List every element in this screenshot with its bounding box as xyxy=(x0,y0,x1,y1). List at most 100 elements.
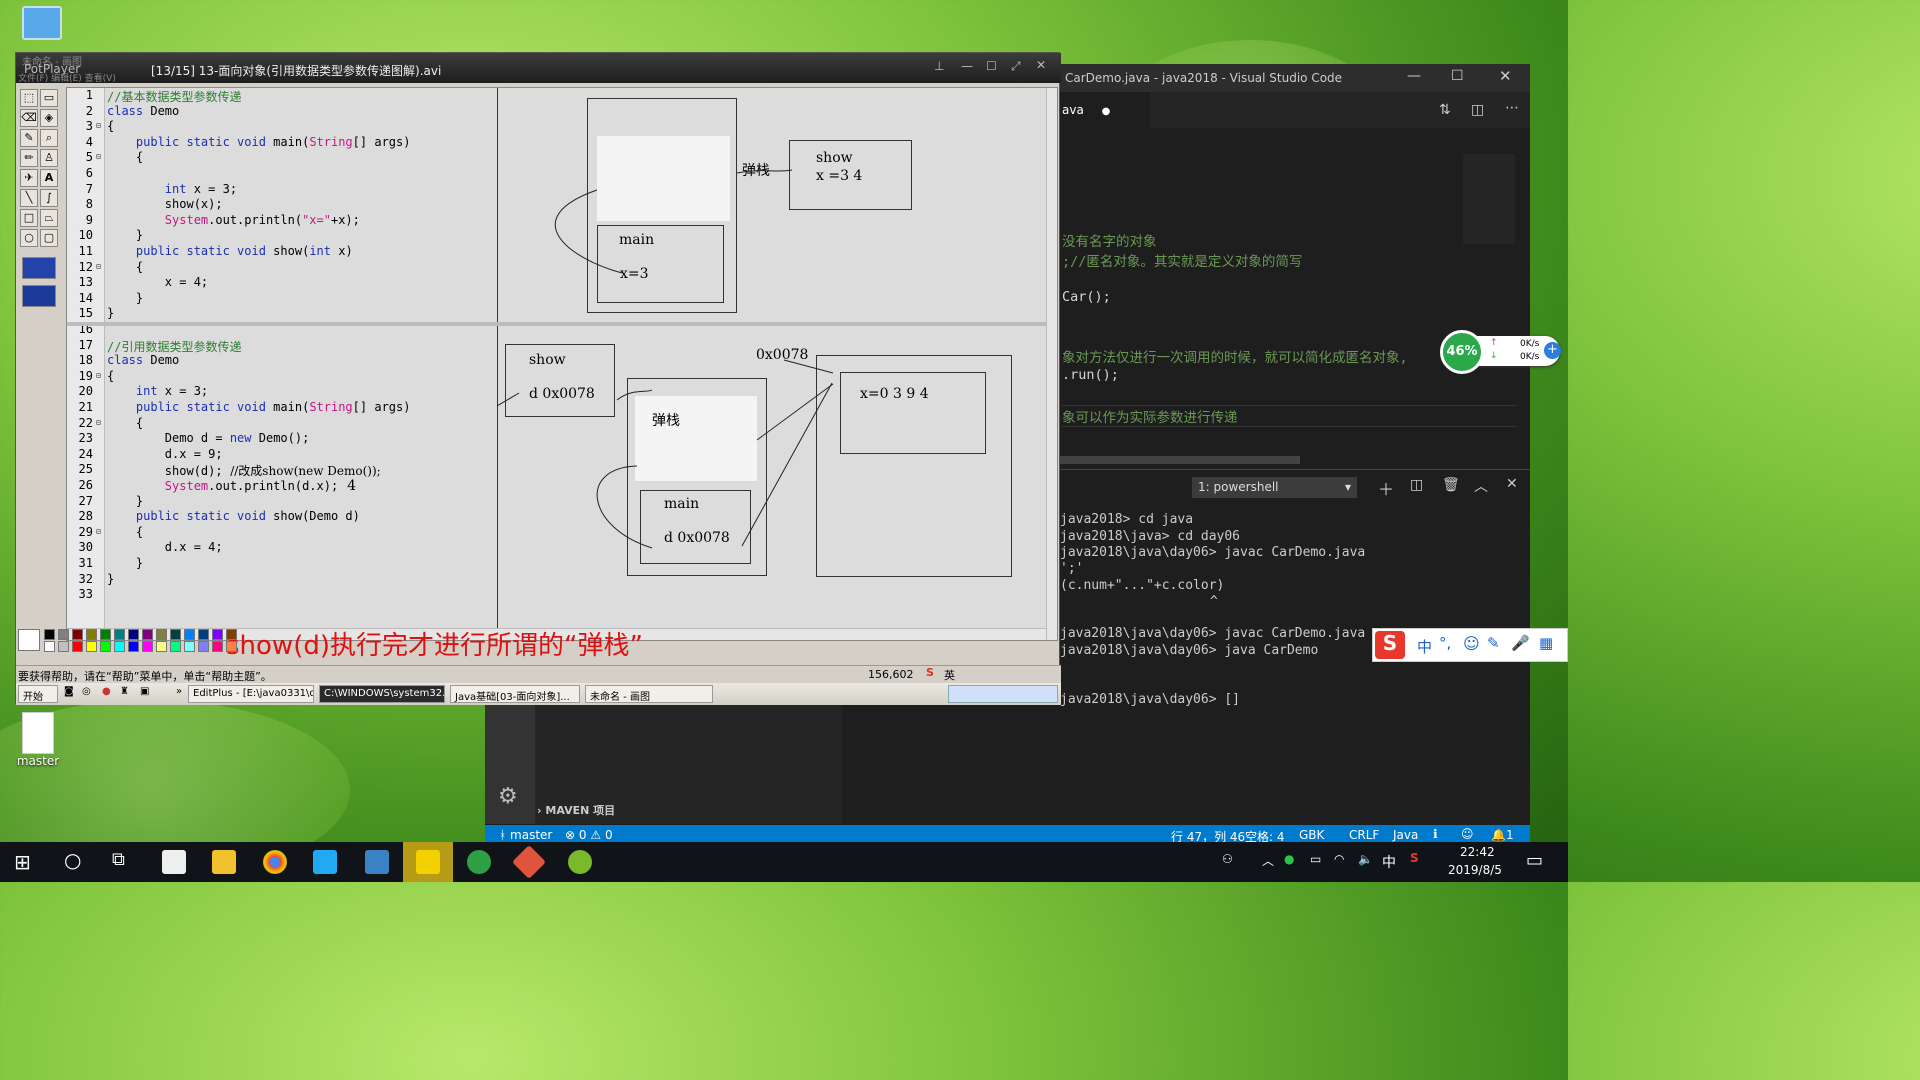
fold-icon[interactable]: ⊟ xyxy=(96,262,101,271)
fold-icon[interactable]: ⊟ xyxy=(96,527,101,536)
battery-icon[interactable]: ▭ xyxy=(1310,852,1321,866)
computer-desktop-icon[interactable] xyxy=(12,6,72,40)
git-icon[interactable] xyxy=(512,845,546,879)
color-swatch[interactable] xyxy=(198,629,209,640)
magnifier-icon[interactable]: ⌕ xyxy=(40,129,58,147)
color-swatch[interactable] xyxy=(86,641,97,652)
taskbar-item[interactable]: C:\WINDOWS\system32... xyxy=(319,685,445,703)
grid-menu-icon[interactable]: ▦ xyxy=(1539,634,1553,652)
fold-icon[interactable]: ⊟ xyxy=(96,418,101,427)
maximize-icon[interactable]: ☐ xyxy=(1451,68,1464,84)
quicklaunch-icon[interactable]: ♜ xyxy=(120,686,129,697)
rect-select-icon[interactable]: ▭ xyxy=(40,89,58,107)
app-icon[interactable] xyxy=(365,850,389,874)
fold-icon[interactable]: ⊟ xyxy=(96,152,101,161)
pin-icon[interactable]: ⊥ xyxy=(934,59,944,73)
taskbar-item[interactable]: Java基础[03-面向对象]... xyxy=(450,685,580,703)
menu-view[interactable]: 查看(V) xyxy=(85,74,116,84)
app-icon[interactable] xyxy=(467,850,491,874)
color-swatch[interactable] xyxy=(114,641,125,652)
color-swatch[interactable] xyxy=(156,641,167,652)
notifications-status[interactable]: 🔔1 xyxy=(1491,828,1514,842)
color-swatch[interactable] xyxy=(142,629,153,640)
sogou-tray-icon[interactable]: S xyxy=(1410,851,1419,865)
branch-status[interactable]: ᚼ master xyxy=(499,828,552,842)
source-control-icon[interactable]: ⇅ xyxy=(1439,102,1451,118)
rounded-rect-icon[interactable]: ▢ xyxy=(40,229,58,247)
menu-file[interactable]: 文件(F) xyxy=(18,74,48,84)
add-icon[interactable]: + xyxy=(1544,342,1561,359)
color-swatch[interactable] xyxy=(128,641,139,652)
gear-icon[interactable]: ⚙ xyxy=(498,784,518,809)
encoding-status[interactable]: GBK xyxy=(1299,828,1324,842)
color-swatch[interactable] xyxy=(72,629,83,640)
text-tool-icon[interactable]: A xyxy=(40,169,58,187)
quicklaunch-icon[interactable]: ● xyxy=(102,686,111,697)
color-swatch[interactable] xyxy=(170,641,181,652)
rectangle-icon[interactable]: □ xyxy=(20,209,38,227)
clock-time[interactable]: 22:42 xyxy=(1460,845,1495,859)
start-button[interactable]: 开始 xyxy=(18,685,58,703)
add-terminal-icon[interactable]: ＋ xyxy=(1378,476,1394,500)
file-explorer-icon[interactable] xyxy=(212,850,236,874)
polygon-icon[interactable]: ⏢ xyxy=(40,209,58,227)
punctuation-icon[interactable]: °, xyxy=(1439,634,1451,652)
language-status[interactable]: Java xyxy=(1393,828,1418,842)
color-swatch[interactable] xyxy=(44,629,55,640)
sogou-logo-icon[interactable]: S xyxy=(1375,631,1405,659)
emoji-icon[interactable]: ☺ xyxy=(1463,634,1480,653)
horizontal-scrollbar[interactable] xyxy=(1060,456,1300,464)
feedback-icon[interactable]: ☺ xyxy=(1461,827,1474,841)
maximize-panel-icon[interactable]: ︿ xyxy=(1474,476,1488,496)
master-desktop-icon[interactable]: master xyxy=(8,712,68,768)
eraser-icon[interactable]: ⌫ xyxy=(20,109,38,127)
tray-expand-icon[interactable]: ︿ xyxy=(1262,852,1274,869)
trash-icon[interactable]: 🗑 xyxy=(1442,477,1460,493)
color-swatch[interactable] xyxy=(212,629,223,640)
mail-icon[interactable] xyxy=(162,850,186,874)
color-swatch[interactable] xyxy=(100,641,111,652)
action-center-icon[interactable]: ▭ xyxy=(1526,850,1543,871)
color-swatch[interactable] xyxy=(72,641,83,652)
color-swatch[interactable] xyxy=(226,641,237,652)
fullscreen-icon[interactable]: ⤢ xyxy=(1011,59,1021,74)
color-swatch[interactable] xyxy=(226,629,237,640)
airbrush-icon[interactable]: ✈ xyxy=(20,169,38,187)
network-speed-widget[interactable]: ↑ 0K/s ↓ 0K/s + 46% xyxy=(1440,330,1564,374)
color-swatch[interactable] xyxy=(58,641,69,652)
sogou-icon[interactable]: S xyxy=(926,666,934,679)
overflow-icon[interactable]: » xyxy=(176,686,182,697)
split-terminal-icon[interactable]: ◫ xyxy=(1410,477,1423,493)
minimize-icon[interactable]: — xyxy=(1407,68,1421,84)
vertical-scrollbar[interactable] xyxy=(1046,88,1057,640)
search-icon[interactable]: ○ xyxy=(64,848,81,872)
info-icon[interactable]: ℹ xyxy=(1433,827,1438,841)
color-swatch[interactable] xyxy=(170,629,181,640)
color-swatch[interactable] xyxy=(58,629,69,640)
close-panel-icon[interactable]: ✕ xyxy=(1506,476,1518,492)
clock-date[interactable]: 2019/8/5 xyxy=(1448,863,1502,877)
ime-mode[interactable]: 英 xyxy=(944,667,955,683)
brush-icon[interactable]: ♙ xyxy=(40,149,58,167)
ime-lang[interactable]: 中 xyxy=(1417,636,1432,657)
color-swatch[interactable] xyxy=(184,641,195,652)
line-icon[interactable]: ╲ xyxy=(20,189,38,207)
fill-icon[interactable]: ◈ xyxy=(40,109,58,127)
memory-usage-badge[interactable]: 46% xyxy=(1440,330,1484,374)
minimize-icon[interactable]: — xyxy=(961,59,973,73)
wechat-icon[interactable]: ● xyxy=(1284,852,1294,866)
free-select-icon[interactable]: ⬚ xyxy=(20,89,38,107)
terminal-select[interactable]: 1: powershell ▾ xyxy=(1192,477,1357,498)
quicklaunch-icon[interactable]: ◎ xyxy=(82,686,91,697)
fold-icon[interactable]: ⊟ xyxy=(96,121,101,130)
fold-icon[interactable]: ⊟ xyxy=(96,371,101,380)
current-color[interactable] xyxy=(18,629,40,651)
pen-icon[interactable]: ✎ xyxy=(1487,634,1500,652)
ellipse-icon[interactable]: ○ xyxy=(20,229,38,247)
active-app-highlight[interactable] xyxy=(403,842,453,882)
minimap[interactable] xyxy=(1463,154,1515,244)
taskbar-item[interactable]: 未命名 - 画图 xyxy=(585,685,713,703)
chrome-icon[interactable] xyxy=(263,850,287,874)
quicklaunch-icon[interactable]: ▣ xyxy=(140,686,149,697)
input-language[interactable]: 中 xyxy=(1382,852,1396,872)
